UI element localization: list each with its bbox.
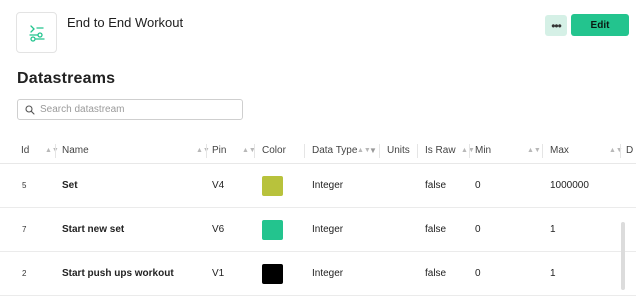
row-name[interactable]: Set bbox=[62, 164, 78, 207]
page-title: End to End Workout bbox=[67, 15, 184, 30]
column-header-next-label: D bbox=[626, 145, 634, 156]
color-swatch bbox=[262, 175, 283, 196]
column-header-name[interactable]: Name bbox=[62, 138, 89, 163]
table-scrollbar[interactable] bbox=[621, 222, 625, 290]
row-is-raw: false bbox=[425, 224, 447, 235]
sort-icon[interactable]: ▲▼ bbox=[196, 138, 210, 163]
sort-icon[interactable]: ▲▼ bbox=[45, 138, 59, 163]
row-id: 5 bbox=[22, 181, 27, 190]
row-is-raw: false bbox=[425, 180, 447, 191]
column-header-color-label: Color bbox=[262, 145, 286, 156]
row-is-raw: false bbox=[425, 268, 447, 279]
sort-icon[interactable]: ▲▼ bbox=[461, 138, 475, 163]
row-name[interactable]: Start push ups workout bbox=[62, 252, 174, 295]
column-header-data-type-label: Data Type bbox=[312, 145, 358, 156]
column-header-pin[interactable]: Pin bbox=[212, 138, 226, 163]
column-header-is-raw-label: Is Raw bbox=[425, 145, 456, 156]
table-row[interactable]: 7 Start new set V6 Integer false 0 1 bbox=[0, 208, 636, 252]
table-row[interactable]: 2 Start push ups workout V1 Integer fals… bbox=[0, 252, 636, 296]
column-header-next[interactable]: D bbox=[626, 138, 633, 163]
row-id: 7 bbox=[22, 225, 27, 234]
search-input[interactable] bbox=[40, 104, 230, 115]
datastreams-table: Id ▲▼ Name ▲▼ Pin ▲▼ Color Data Type ▲▼ … bbox=[0, 138, 636, 296]
column-header-max[interactable]: Max bbox=[550, 138, 569, 163]
color-swatch bbox=[262, 263, 283, 284]
row-pin: V4 bbox=[212, 180, 225, 191]
column-header-units[interactable]: Units bbox=[387, 138, 410, 163]
column-header-id-label: Id bbox=[21, 145, 30, 156]
column-header-units-label: Units bbox=[387, 145, 410, 156]
column-divider[interactable] bbox=[542, 144, 543, 158]
row-color bbox=[262, 208, 283, 251]
sort-icon[interactable]: ▲▼ bbox=[527, 138, 541, 163]
column-header-pin-label: Pin bbox=[212, 145, 227, 156]
search-icon bbox=[25, 104, 35, 115]
row-name[interactable]: Start new set bbox=[62, 208, 124, 251]
row-max: 1 bbox=[550, 268, 556, 279]
row-pin: V1 bbox=[212, 268, 225, 279]
row-min: 0 bbox=[475, 224, 481, 235]
row-id: 2 bbox=[22, 269, 27, 278]
section-heading: Datastreams bbox=[17, 70, 116, 87]
column-header-max-label: Max bbox=[550, 145, 569, 156]
row-max: 1 bbox=[550, 224, 556, 235]
row-max: 1000000 bbox=[550, 180, 589, 191]
row-pin: V6 bbox=[212, 224, 225, 235]
column-divider[interactable] bbox=[254, 144, 255, 158]
column-divider[interactable] bbox=[379, 144, 380, 158]
column-header-min-label: Min bbox=[475, 145, 492, 156]
column-header-color[interactable]: Color bbox=[262, 138, 286, 163]
row-color bbox=[262, 252, 283, 295]
column-header-data-type[interactable]: Data Type bbox=[312, 138, 357, 163]
row-data-type: Integer bbox=[312, 180, 344, 191]
column-header-is-raw[interactable]: Is Raw bbox=[425, 138, 456, 163]
column-divider[interactable] bbox=[304, 144, 305, 158]
template-logo bbox=[16, 12, 57, 53]
edit-button[interactable]: Edit bbox=[571, 14, 629, 36]
color-swatch bbox=[262, 219, 283, 240]
device-logo-icon bbox=[28, 24, 45, 42]
column-divider[interactable] bbox=[55, 144, 56, 158]
search-box bbox=[17, 99, 243, 120]
row-color bbox=[262, 164, 283, 207]
row-min: 0 bbox=[475, 268, 481, 279]
column-divider[interactable] bbox=[620, 144, 621, 158]
table-row[interactable]: 5 Set V4 Integer false 0 1000000 bbox=[0, 164, 636, 208]
row-min: 0 bbox=[475, 180, 481, 191]
column-divider[interactable] bbox=[417, 144, 418, 158]
column-divider[interactable] bbox=[206, 144, 207, 158]
column-header-id[interactable]: Id bbox=[21, 138, 29, 163]
more-options-button[interactable]: ••• bbox=[545, 15, 567, 36]
column-divider[interactable] bbox=[469, 144, 470, 158]
column-header-name-label: Name bbox=[62, 145, 89, 156]
row-data-type: Integer bbox=[312, 268, 344, 279]
table-header-row: Id ▲▼ Name ▲▼ Pin ▲▼ Color Data Type ▲▼ … bbox=[0, 138, 636, 164]
row-data-type: Integer bbox=[312, 224, 344, 235]
filter-icon[interactable]: ▼ bbox=[369, 138, 377, 163]
column-header-min[interactable]: Min bbox=[475, 138, 491, 163]
